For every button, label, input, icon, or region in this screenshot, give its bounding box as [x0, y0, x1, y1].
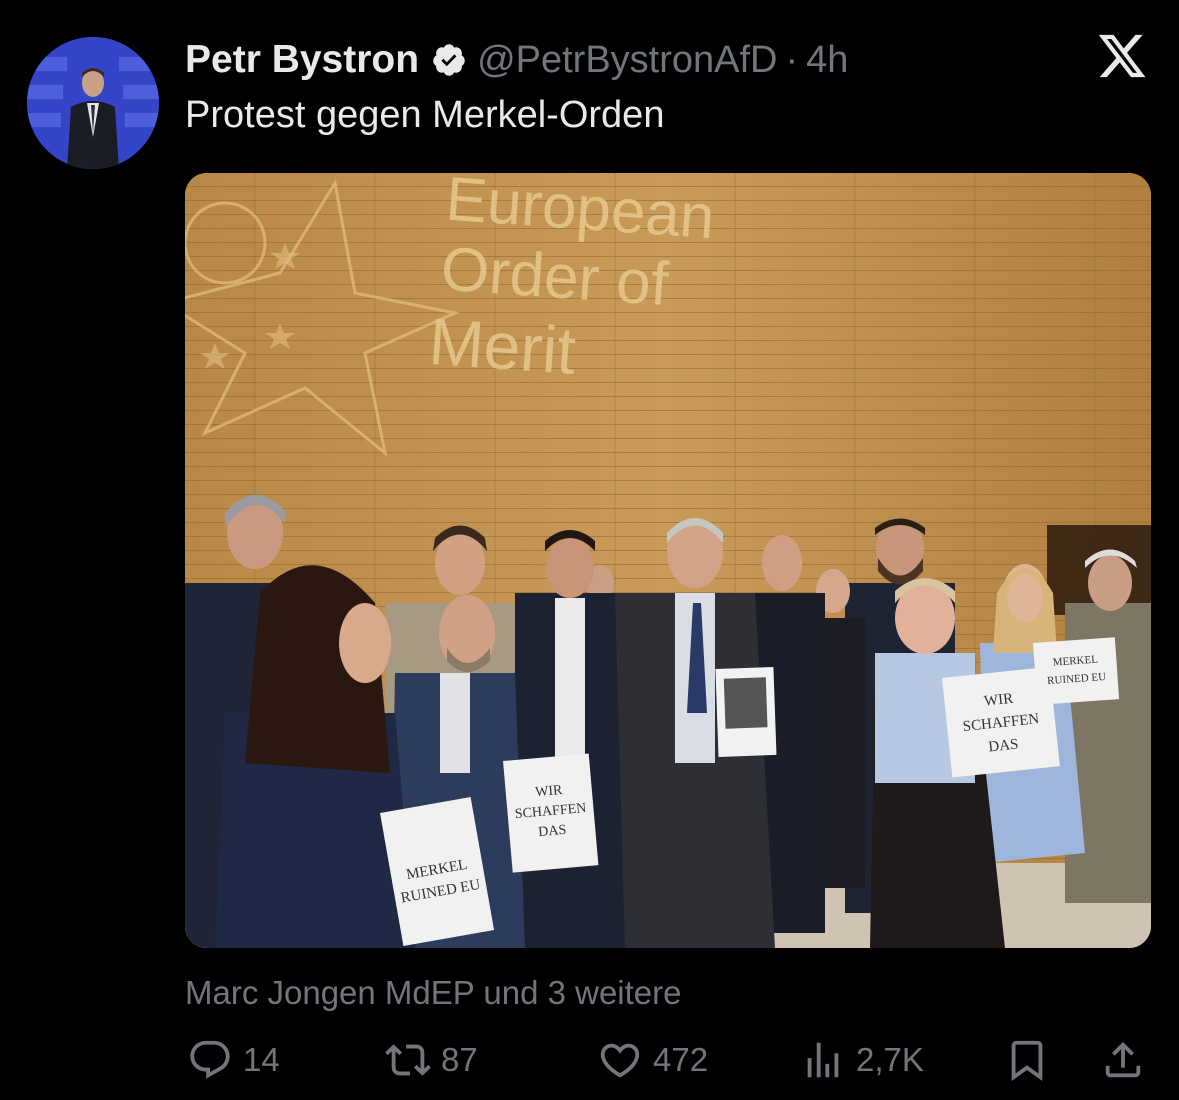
- like-count: 472: [653, 1041, 709, 1078]
- photo-scene: European Order of Merit MERKEL RUINED EU…: [185, 173, 1151, 948]
- wall-line-3: Merit: [427, 304, 578, 388]
- svg-text:WIR: WIR: [983, 691, 1014, 710]
- x-logo-icon: [1098, 34, 1146, 78]
- avatar-photo: [27, 37, 159, 169]
- tweet-header: Petr Bystron @PetrBystronAfD · 4h: [185, 32, 848, 88]
- tweet-photo[interactable]: European Order of Merit MERKEL RUINED EU…: [185, 173, 1151, 948]
- svg-text:DAS: DAS: [988, 736, 1020, 755]
- share-button[interactable]: [1100, 1030, 1146, 1090]
- tweet-text: Protest gegen Merkel-Orden: [185, 94, 665, 136]
- svg-text:DAS: DAS: [538, 823, 567, 840]
- avatar[interactable]: [27, 37, 159, 169]
- action-bar: 14 87 472 2,7K: [0, 1030, 1179, 1090]
- sign-wir-schaffen-das-center: WIR SCHAFFEN DAS: [502, 753, 599, 873]
- like-icon: [600, 1043, 640, 1078]
- views-count: 2,7K: [856, 1041, 924, 1078]
- repost-count: 87: [441, 1041, 478, 1078]
- tweet: Petr Bystron @PetrBystronAfD · 4h Protes…: [0, 0, 1179, 1100]
- reply-button[interactable]: 14: [187, 1030, 280, 1090]
- repost-button[interactable]: 87: [385, 1030, 478, 1090]
- timestamp[interactable]: 4h: [806, 39, 848, 82]
- verified-badge-icon: [433, 44, 465, 76]
- separator-dot: ·: [785, 38, 799, 81]
- share-icon: [1105, 1041, 1141, 1078]
- author-name[interactable]: Petr Bystron: [185, 38, 419, 82]
- svg-text:WIR: WIR: [535, 783, 564, 800]
- like-button[interactable]: 472: [597, 1030, 708, 1090]
- repost-icon: [385, 1044, 431, 1076]
- reply-icon: [190, 1040, 230, 1079]
- views-button[interactable]: 2,7K: [800, 1030, 924, 1090]
- sign-merkel-ruined-eu-right: MERKEL RUINED EU: [1033, 637, 1120, 705]
- bookmark-icon: [1011, 1040, 1043, 1081]
- author-handle[interactable]: @PetrBystronAfD: [477, 39, 777, 82]
- views-icon: [807, 1042, 839, 1078]
- reply-count: 14: [243, 1041, 280, 1078]
- social-context[interactable]: Marc Jongen MdEP und 3 weitere: [185, 974, 682, 1012]
- bookmark-button[interactable]: [1004, 1030, 1050, 1090]
